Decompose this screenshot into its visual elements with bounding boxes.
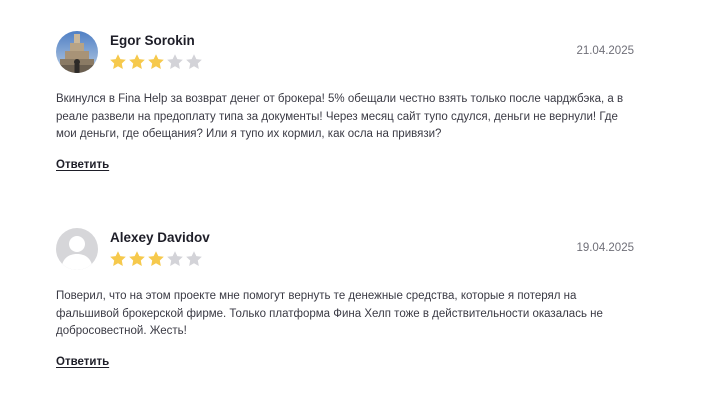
star-empty-icon: [186, 54, 202, 69]
star-empty-icon: [167, 54, 183, 69]
review-text: Поверил, что на этом проекте мне помогут…: [56, 290, 603, 337]
star-empty-icon: [167, 251, 183, 266]
review-date: 21.04.2025: [576, 45, 634, 57]
star-filled-icon: [148, 251, 164, 266]
author-name: Egor Sorokin: [110, 33, 195, 48]
review-date: 19.04.2025: [576, 242, 634, 254]
star-filled-icon: [148, 54, 164, 69]
author-name: Alexey Davidov: [110, 230, 210, 245]
reply-link[interactable]: Ответить: [56, 159, 109, 171]
photo-avatar-icon: [56, 31, 98, 73]
author-avatar[interactable]: [56, 228, 98, 270]
default-user-avatar-icon: [56, 228, 98, 270]
star-filled-icon: [110, 251, 126, 266]
star-empty-icon: [186, 251, 202, 266]
star-filled-icon: [129, 54, 145, 69]
star-filled-icon: [110, 54, 126, 69]
star-rating: [109, 53, 203, 71]
reply-link[interactable]: Ответить: [56, 356, 109, 368]
author-avatar[interactable]: [56, 31, 98, 73]
star-filled-icon: [129, 251, 145, 266]
star-rating: [109, 250, 203, 268]
review-text: Вкинулся в Fina Help за возврат денег от…: [56, 93, 624, 140]
